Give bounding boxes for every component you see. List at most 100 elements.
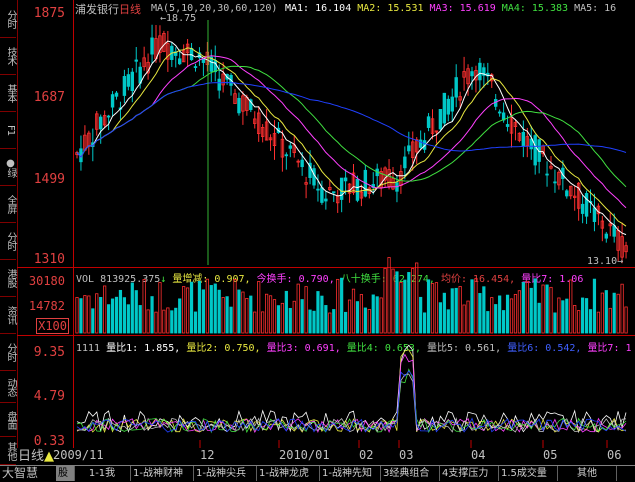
candle-body <box>580 203 585 214</box>
volume-bar <box>316 291 320 334</box>
candle-body <box>288 145 292 149</box>
tab-fenshi-3[interactable]: 分时 <box>0 334 16 371</box>
volume-bar <box>411 268 415 334</box>
volume-bar <box>573 305 577 334</box>
volume-bar <box>134 290 138 334</box>
volume-bar <box>304 286 308 334</box>
volume-bar <box>620 283 624 334</box>
volume-bar <box>276 305 281 334</box>
volume-bar <box>616 293 620 334</box>
volume-bar <box>541 284 545 334</box>
volume-bar <box>87 295 91 334</box>
tab-news[interactable]: 资讯 <box>0 297 16 334</box>
volume-bar <box>347 299 352 334</box>
tab-green[interactable]: ●绿 <box>0 149 16 186</box>
volume-bar <box>442 292 446 334</box>
volume-bar <box>561 300 565 334</box>
volume-bar <box>182 286 186 334</box>
tab-volume[interactable]: 1.5成交量 <box>499 466 558 481</box>
volume-bar <box>118 289 123 334</box>
volume-bar <box>608 307 612 334</box>
volume-bar <box>438 302 443 334</box>
volume-bar <box>553 312 557 334</box>
volume-bar <box>284 290 288 334</box>
candle-body <box>300 159 304 168</box>
volume-bar <box>458 286 462 334</box>
tab-caishen[interactable]: 1-战神财神 <box>131 466 194 481</box>
volume-bar <box>107 304 111 334</box>
candle-body <box>217 78 221 91</box>
volume-bar <box>363 307 367 334</box>
ratio-label-top: 9.35 <box>33 345 65 360</box>
tab-dynamic[interactable]: 动态 <box>0 371 16 403</box>
date-05: 05 <box>543 448 558 462</box>
vol-label-top: 30180 <box>28 274 65 288</box>
volume-bar <box>604 290 608 334</box>
candle-body <box>106 115 111 118</box>
tab-stock[interactable]: 股 <box>56 466 75 481</box>
volume-bar <box>300 299 304 334</box>
volume-bar <box>264 293 269 334</box>
tab-classic[interactable]: 3经典组合 <box>381 466 440 481</box>
volume-bar <box>525 280 529 334</box>
candle-body <box>110 94 115 108</box>
candle-body <box>134 59 138 62</box>
kline-chart[interactable] <box>74 0 635 448</box>
candle-body <box>521 131 526 147</box>
volume-bar <box>395 271 399 334</box>
ma-line-5 <box>76 40 627 236</box>
volume-bar <box>91 308 95 334</box>
volume-bar <box>83 295 87 334</box>
volume-bar <box>596 311 601 334</box>
tab-fenshi[interactable]: 分时 <box>0 0 16 38</box>
volume-bar <box>533 278 537 334</box>
volume-bar <box>407 272 411 334</box>
volume-bar <box>324 305 328 334</box>
candle-body <box>312 168 316 186</box>
volume-bar <box>580 297 585 334</box>
volume-bar <box>186 287 190 334</box>
tab-technical[interactable]: 技术 <box>0 38 16 75</box>
volume-bar <box>114 296 119 334</box>
candle-body <box>122 76 127 96</box>
tab-xianzhi[interactable]: 1-战神先知 <box>320 466 381 481</box>
low-annotation: 13.10→ <box>587 256 624 267</box>
candle-body <box>403 156 407 169</box>
volume-bar <box>158 282 162 334</box>
candle-body <box>446 98 450 115</box>
volume-bar <box>178 298 182 334</box>
volume-bar <box>122 297 127 334</box>
tab-fullscreen[interactable]: 全屏 <box>0 186 16 223</box>
ratio-label-bottom: 0.33 <box>33 434 65 449</box>
tab-1-1[interactable]: 1-1我 <box>74 466 131 481</box>
volume-bar <box>612 292 616 334</box>
volume-bar <box>332 309 336 334</box>
tab-jianbing[interactable]: 1-战神尖兵 <box>194 466 257 481</box>
tab-other-bottom[interactable]: 其他 <box>558 466 617 481</box>
triangle-up-icon: ▲ <box>44 449 55 464</box>
low-value: 13.10 <box>587 256 618 267</box>
volume-bar <box>253 311 257 334</box>
date-12: 12 <box>200 448 215 462</box>
volume-bar <box>446 309 450 334</box>
candle-body <box>324 198 328 202</box>
tab-fundamental[interactable]: 基本 <box>0 75 16 112</box>
candle-body <box>454 77 458 98</box>
candle-body <box>478 62 482 81</box>
price-label-bottom: 1310 <box>33 252 65 267</box>
candle-body <box>505 124 510 127</box>
volume-bar <box>288 307 292 334</box>
candle-body <box>426 116 431 128</box>
tab-support[interactable]: 4支撑压力 <box>440 466 499 481</box>
ratio-line-3 <box>76 368 627 434</box>
volume-bar <box>462 304 466 334</box>
volume-bar <box>268 295 273 334</box>
tab-f1[interactable]: F1 <box>0 112 16 149</box>
tab-longhu[interactable]: 1-战神龙虎 <box>257 466 320 481</box>
tab-panel[interactable]: 盘面 <box>0 403 16 437</box>
tab-fenshi-2[interactable]: 分时 <box>0 223 16 260</box>
candle-body <box>565 190 569 197</box>
volume-bar <box>221 297 225 334</box>
candle-body <box>193 66 198 68</box>
tab-hk[interactable]: 港股 <box>0 260 16 297</box>
